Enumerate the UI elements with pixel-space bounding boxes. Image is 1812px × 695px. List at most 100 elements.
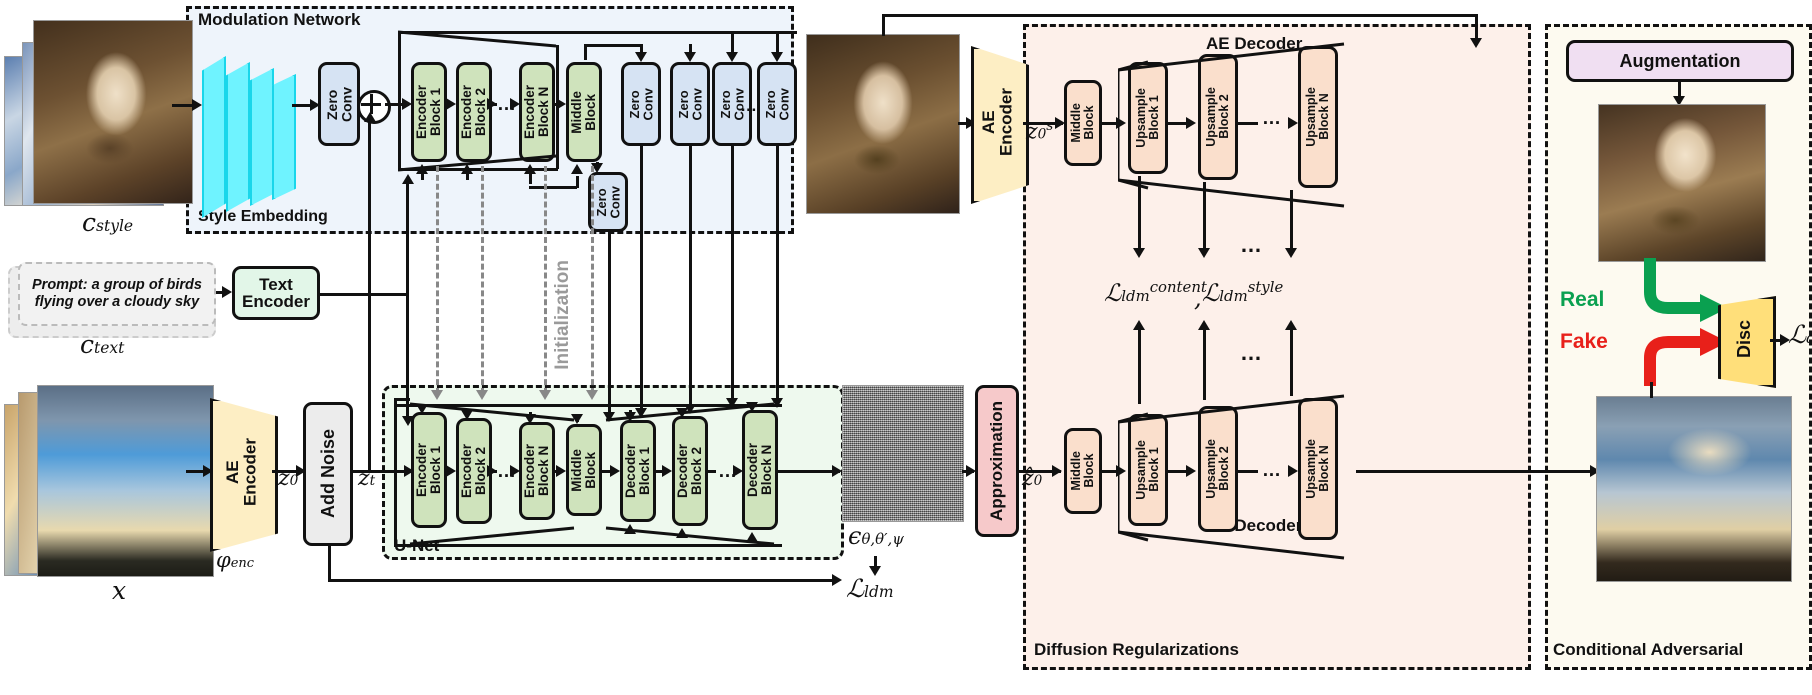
zc1-to-dec (640, 146, 643, 414)
text-encoder-block[interactable]: Text Encoder (232, 266, 320, 320)
style-image-primary (33, 20, 193, 204)
predicted-noise-image (842, 385, 964, 522)
diagram-canvas: Modulation Network Style Embedding U-Net… (0, 0, 1812, 695)
unet-up-d2 (676, 528, 688, 538)
augmentation-block[interactable]: Augmentation (1566, 40, 1794, 82)
plus-vertical (369, 94, 373, 114)
loss-ldm-label: ℒldm (846, 574, 894, 603)
unet-arrow-dn-out (832, 465, 842, 477)
unet-feed-e2-arrow (461, 410, 473, 420)
zc3-to-dec-arrow (726, 398, 738, 408)
diff-bot-loss-arrowhead-2 (1198, 320, 1210, 330)
arrowhead-bus-to-zc3 (726, 52, 738, 62)
mod-zero-conv-1[interactable]: Zero Conv (621, 62, 661, 146)
mod-taper-lines (398, 30, 557, 172)
ae-encoder-bottom-label: AE Encoder (222, 437, 259, 507)
loss-content-label: ℒldmcontent (1104, 278, 1207, 307)
diff-bot-loss-arrowhead-3 (1285, 320, 1297, 330)
diff-bottom-middle-block[interactable]: Middle Block (1064, 428, 1102, 514)
arrowhead-bus-to-zc1 (635, 52, 647, 62)
feed-e2-arrow (461, 164, 473, 174)
mod-zero-conv-middle[interactable]: Zero Conv (588, 172, 628, 232)
diff-bot-loss-arrowhead-1 (1133, 320, 1145, 330)
arrowhead-prompt-to-text-encoder (222, 286, 232, 298)
style-feedback-arrow (1470, 38, 1482, 48)
init-dash-2-arrow (476, 390, 488, 400)
unet-line-dn-out (778, 470, 840, 473)
diff-bottom-trapezoid (1118, 394, 1345, 560)
unet-feed-dn-arrow (746, 402, 758, 412)
zc1-to-dec-arrow (635, 408, 647, 418)
mod-zero-conv-input[interactable]: Zero Conv (318, 62, 360, 146)
mod-zeroconv-ellipsis: … (740, 96, 759, 115)
diff-top-loss-ellipsis: … (1240, 232, 1264, 257)
encoder-param-label: φenc (216, 548, 255, 572)
feed-en-arrow (524, 164, 536, 174)
loss-adv-label: ℒadv (1788, 320, 1812, 349)
init-dash-4 (591, 166, 594, 394)
approximation-block[interactable]: Approximation (975, 385, 1019, 537)
init-dash-3-arrow (539, 390, 551, 400)
style-embedding-slab-1 (202, 56, 226, 218)
prompt-card[interactable]: Prompt: a group of birds flying over a c… (18, 262, 216, 326)
line-midblock-to-zc1-v (584, 44, 587, 60)
diff-bot-to-generated (1356, 470, 1596, 473)
unet-feed-d2-arrow (676, 408, 688, 418)
zc4-to-dec-arrow (771, 398, 783, 408)
zt-label: zt (358, 466, 376, 491)
textenc-up (406, 180, 409, 293)
panel-modulation-title: Modulation Network (198, 10, 361, 29)
ae-encoder-top-label: AE Encoder (978, 87, 1015, 157)
text-input-label: ctext (80, 330, 125, 359)
zcmid-to-unetmid-arrow (603, 412, 615, 422)
style-feedback-left (882, 14, 885, 36)
init-dash-3 (544, 166, 547, 394)
ldm-feedback-h (328, 579, 838, 582)
style-embedding-label: Style Embedding (198, 208, 328, 225)
add-noise-block[interactable]: Add Noise (303, 402, 353, 546)
style-reference-image (806, 34, 960, 214)
feed-en-h (529, 186, 577, 189)
mod-zero-conv-4[interactable]: Zero Conv (757, 62, 797, 146)
diff-top-loss-arrowhead-3 (1285, 248, 1297, 258)
init-dash-1 (436, 166, 439, 394)
init-dash-1-arrow (431, 390, 443, 400)
epsilon-label: ϵθ,θ′,ψ (848, 522, 904, 550)
diff-bot-loss-ellipsis: … (1240, 340, 1264, 365)
zc2-to-dec (689, 146, 692, 410)
ldm-feedback-arrow (832, 574, 842, 586)
arrowhead-style-to-embedding (192, 99, 202, 111)
generated-image (1596, 396, 1792, 582)
style-embedding-slab-2 (226, 62, 250, 212)
approx-to-decoder-arrow (1052, 465, 1062, 477)
loss-style-label: ℒldmstyle (1202, 278, 1284, 307)
zc3-to-dec (731, 146, 734, 402)
panel-adversarial-title: Conditional Adversarial (1553, 640, 1744, 659)
arrowhead-zt-into-sum (363, 112, 376, 122)
unet-feed-d1-arrow (624, 412, 636, 422)
diff-bot-loss-arrow-2 (1203, 326, 1206, 400)
style-embedding-slab-3 (250, 68, 274, 206)
loss-separator: , (1194, 284, 1202, 312)
arrowhead-x-to-ae-encoder (203, 465, 213, 477)
panel-diffusion-title: Diffusion Regularizations (1034, 640, 1239, 659)
style-input-label: cstyle (82, 208, 134, 237)
style-feedback-h (882, 14, 1478, 17)
unet-feed-mid-arrow (571, 414, 583, 424)
arrowhead-bus-to-zc4 (771, 52, 783, 62)
diff-top-loss-arrow-1 (1138, 176, 1141, 254)
unet-feed-e1-arrow (416, 404, 428, 414)
diff-top-middle-block[interactable]: Middle Block (1064, 80, 1102, 166)
line-midblock-to-zc1-h (584, 44, 642, 47)
generated-to-fake (1650, 382, 1653, 398)
diff-bot-loss-arrow-3 (1290, 326, 1293, 396)
fake-label: Fake (1560, 330, 1608, 353)
feed-e1-arrow (416, 164, 428, 174)
init-dash-4-arrow (586, 390, 598, 400)
initialization-label: Initialization (552, 260, 573, 370)
zc4-to-dec (776, 146, 779, 402)
z0-style-label: z0s (1026, 118, 1054, 145)
mod-zero-conv-2[interactable]: Zero Conv (670, 62, 710, 146)
diff-top-trapezoid (1118, 42, 1345, 208)
discriminator-label: Disc (1733, 319, 1754, 359)
